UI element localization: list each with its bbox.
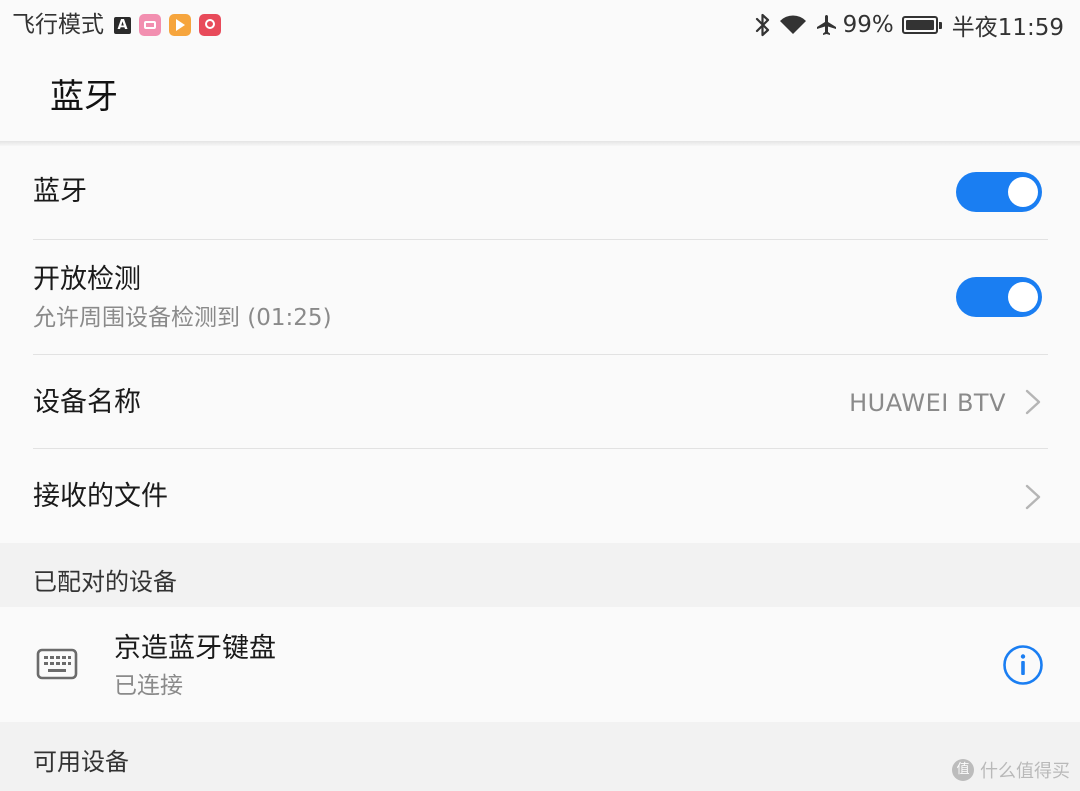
received-files-row[interactable]: 接收的文件 bbox=[0, 449, 1080, 543]
huawei-app-icon bbox=[199, 14, 221, 36]
app-bar: 蓝牙 bbox=[0, 50, 1080, 142]
watermark-text: 什么值得买 bbox=[980, 761, 1070, 782]
paired-device-name: 京造蓝牙键盘 bbox=[114, 633, 276, 664]
keyboard-icon bbox=[36, 648, 78, 680]
bluetooth-toggle-row[interactable]: 蓝牙 bbox=[0, 146, 1080, 239]
device-name-value: HUAWEI BTV bbox=[849, 389, 1006, 417]
watermark: 值 什么值得买 bbox=[952, 757, 1070, 783]
bluetooth-switch[interactable] bbox=[956, 172, 1042, 212]
discovery-label: 开放检测 bbox=[33, 264, 141, 295]
switch-knob bbox=[1008, 177, 1038, 207]
available-section-title: 可用设备 bbox=[33, 748, 129, 776]
paired-device-row[interactable]: 京造蓝牙键盘 已连接 bbox=[0, 607, 1080, 722]
airplane-mode-label: 飞行模式 bbox=[12, 12, 104, 38]
discovery-subtitle: 允许周围设备检测到 (01:25) bbox=[33, 305, 332, 331]
battery-icon bbox=[901, 16, 942, 34]
pink-app-icon bbox=[139, 14, 161, 36]
page-title: 蓝牙 bbox=[50, 77, 118, 117]
clock: 半夜11:59 bbox=[951, 15, 1064, 41]
status-right: 99% 半夜11:59 bbox=[755, 9, 1064, 41]
paired-section-title: 已配对的设备 bbox=[33, 568, 177, 596]
chevron-right-icon bbox=[1025, 484, 1041, 510]
watermark-badge: 值 bbox=[952, 759, 974, 781]
device-name-row[interactable]: 设备名称 HUAWEI BTV bbox=[0, 355, 1080, 448]
info-icon[interactable] bbox=[1002, 644, 1044, 686]
switch-knob bbox=[1008, 282, 1038, 312]
discovery-switch[interactable] bbox=[956, 277, 1042, 317]
discovery-toggle-row[interactable]: 开放检测 允许周围设备检测到 (01:25) bbox=[0, 240, 1080, 354]
paired-device-status: 已连接 bbox=[114, 673, 183, 699]
status-bar: 飞行模式 A 99% 半夜11:59 bbox=[0, 0, 1080, 50]
status-left: 飞行模式 A bbox=[12, 10, 221, 40]
airplane-icon bbox=[815, 13, 839, 37]
paired-section-header: 已配对的设备 bbox=[0, 543, 1080, 607]
device-name-label: 设备名称 bbox=[33, 387, 141, 418]
battery-percent: 99% bbox=[842, 12, 894, 38]
received-files-label: 接收的文件 bbox=[33, 481, 168, 512]
bluetooth-label: 蓝牙 bbox=[33, 176, 87, 207]
bluetooth-settings-screen: 飞行模式 A 99% 半夜11:59 蓝牙 蓝牙 开放检测 允许周围设备检测到 … bbox=[0, 0, 1080, 791]
bluetooth-icon bbox=[755, 12, 771, 38]
a-app-icon: A bbox=[114, 16, 131, 34]
chevron-right-icon bbox=[1025, 389, 1041, 415]
video-app-icon bbox=[169, 14, 191, 36]
available-section-header: 可用设备 bbox=[0, 722, 1080, 791]
wifi-icon bbox=[779, 14, 807, 36]
